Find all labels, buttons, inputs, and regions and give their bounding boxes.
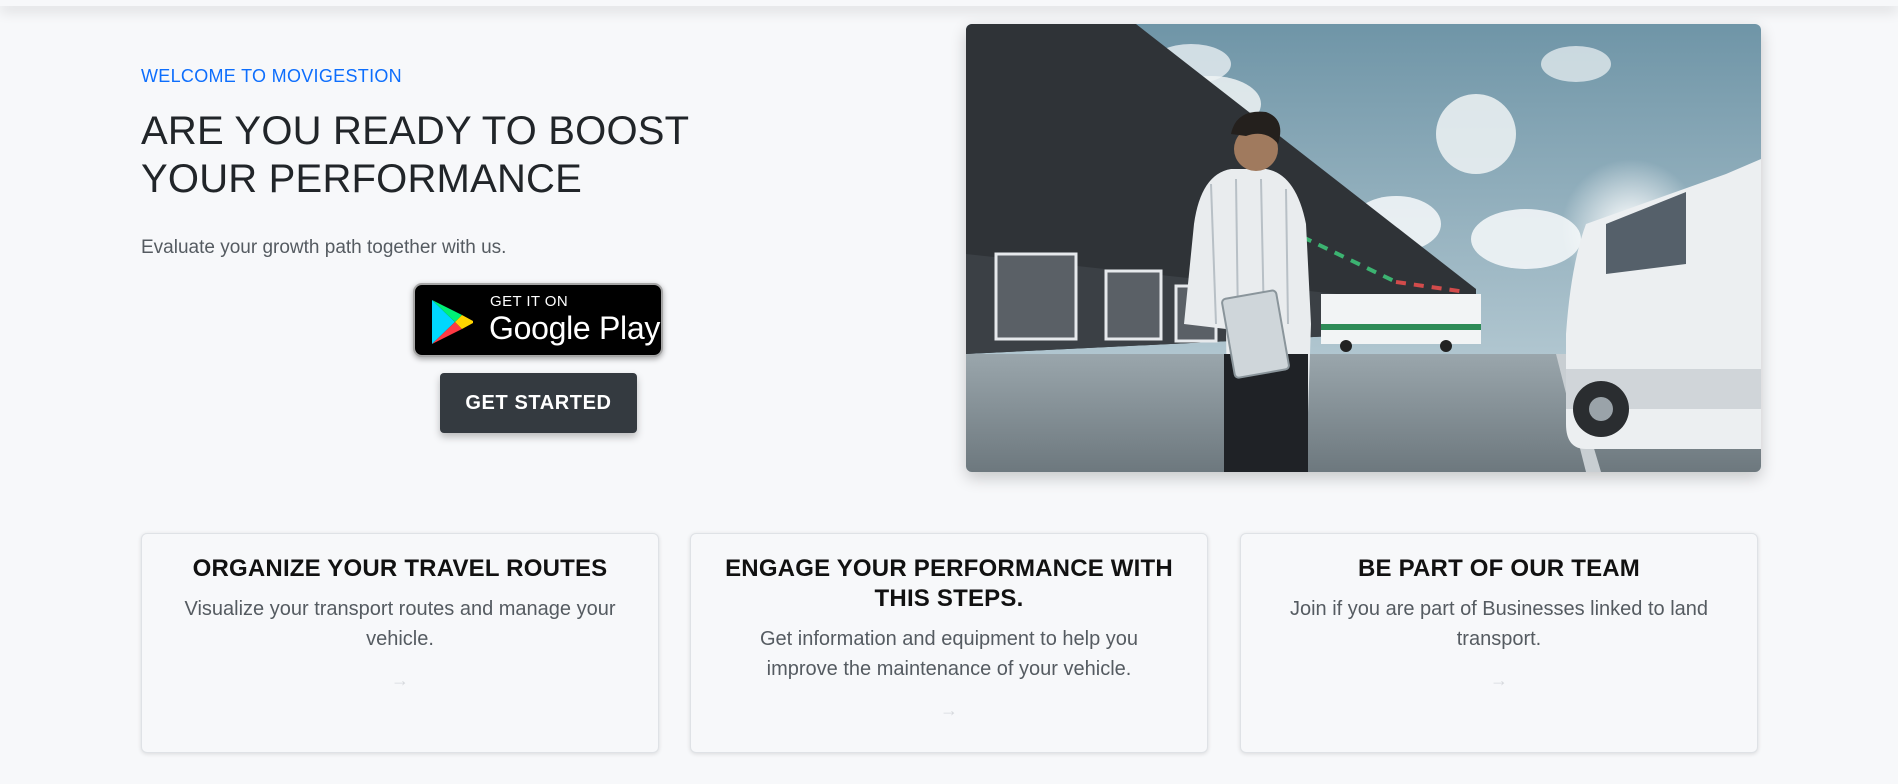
arrow-right-icon[interactable]: → bbox=[391, 670, 409, 691]
hero-text: WELCOME TO MOVIGESTION ARE YOU READY TO … bbox=[141, 62, 801, 259]
badge-small-text: GET IT ON bbox=[490, 293, 569, 310]
card-title: ENGAGE YOUR PERFORMANCE WITH THIS STEPS. bbox=[725, 555, 1173, 612]
google-play-badge[interactable]: GET IT ON Google Play bbox=[413, 283, 663, 357]
arrow-right-icon[interactable]: → bbox=[1490, 670, 1508, 691]
top-navbar-shadow bbox=[0, 0, 1898, 6]
feature-card-routes[interactable]: ORGANIZE YOUR TRAVEL ROUTES Visualize yo… bbox=[141, 533, 659, 753]
hero-eyebrow: WELCOME TO MOVIGESTION bbox=[141, 66, 402, 86]
arrow-right-icon[interactable]: → bbox=[940, 700, 958, 721]
card-title: ORGANIZE YOUR TRAVEL ROUTES bbox=[192, 555, 608, 582]
card-title: BE PART OF OUR TEAM bbox=[1357, 555, 1640, 582]
badge-big-text: Google Play bbox=[489, 310, 661, 346]
get-started-button[interactable]: GET STARTED bbox=[440, 373, 637, 433]
card-text: Join if you are part of Businesses linke… bbox=[1289, 598, 1709, 650]
google-play-icon bbox=[432, 300, 473, 344]
feature-card-performance[interactable]: ENGAGE YOUR PERFORMANCE WITH THIS STEPS.… bbox=[690, 533, 1208, 753]
hero-headline: ARE YOU READY TO BOOST YOUR PERFORMANCE bbox=[141, 109, 689, 201]
hero-warehouse-photo bbox=[966, 24, 1761, 472]
hero-subtitle: Evaluate your growth path together with … bbox=[141, 237, 507, 258]
card-text: Get information and equipment to help yo… bbox=[759, 628, 1139, 680]
card-text: Visualize your transport routes and mana… bbox=[184, 598, 616, 650]
feature-card-team[interactable]: BE PART OF OUR TEAM Join if you are part… bbox=[1240, 533, 1758, 753]
